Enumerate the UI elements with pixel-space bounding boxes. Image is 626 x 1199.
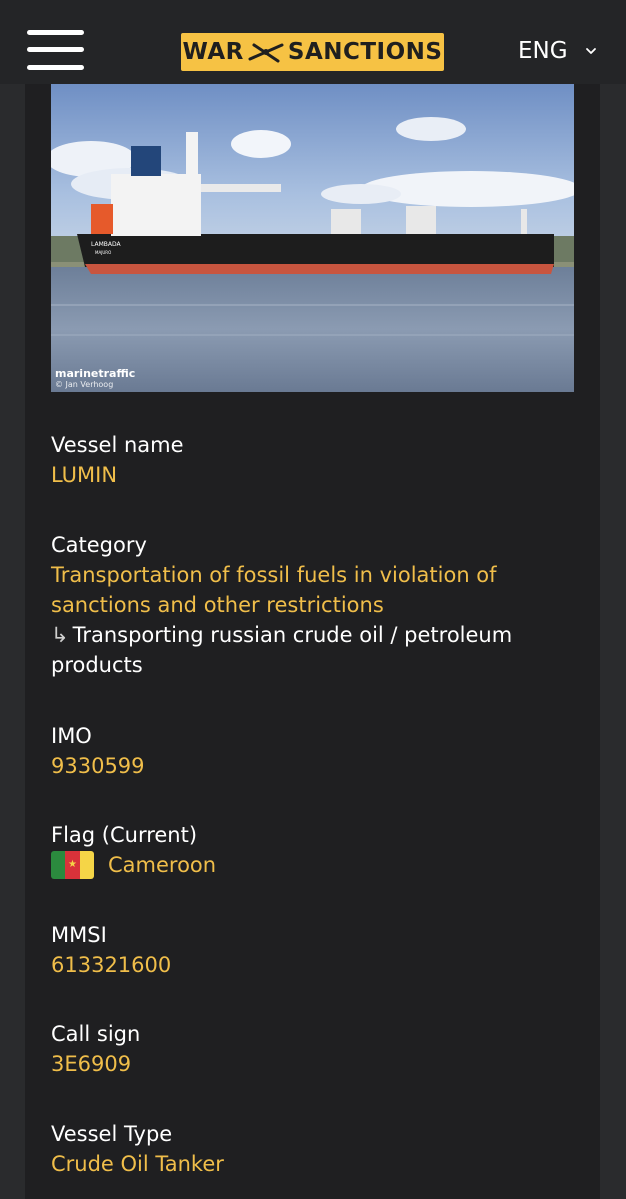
subcategory-value: Transporting russian crude oil / petrole… [51, 623, 513, 677]
vessel-type-label: Vessel Type [51, 1122, 173, 1146]
call-sign-value: 3E6909 [51, 1052, 132, 1076]
flag-value: Cameroon [108, 853, 217, 877]
hull-port-text: MAJURO [95, 250, 111, 255]
field-flag: Flag (Current) ★ Cameroon [51, 820, 571, 880]
mmsi-value: 613321600 [51, 953, 172, 977]
page: WAR SANCTIONS ENG LAMBADA MAJURO marinet… [0, 0, 626, 1199]
logo-text-war: WAR [182, 39, 244, 65]
subcategory: ↳ Transporting russian crude oil / petrol… [51, 620, 571, 680]
cameroon-flag-icon: ★ [51, 851, 94, 879]
vessel-card: LAMBADA MAJURO marinetraffic © Jan Verho… [25, 84, 600, 1199]
language-selector[interactable]: ENG [518, 36, 598, 66]
imo-value: 9330599 [51, 754, 145, 778]
logo-text-sanctions: SANCTIONS [287, 39, 443, 65]
category-label: Category [51, 533, 147, 557]
vessel-photo: LAMBADA MAJURO marinetraffic © Jan Verho… [51, 84, 574, 392]
field-vessel-type: Vessel Type Crude Oil Tanker [51, 1119, 571, 1179]
mmsi-label: MMSI [51, 923, 107, 947]
menu-icon[interactable] [27, 30, 84, 72]
hull-name-text: LAMBADA [91, 241, 121, 248]
imo-label: IMO [51, 724, 92, 748]
vessel-type-value: Crude Oil Tanker [51, 1152, 224, 1176]
top-bar: WAR SANCTIONS ENG [0, 0, 626, 84]
field-vessel-name: Vessel name LUMIN [51, 430, 571, 490]
logo[interactable]: WAR SANCTIONS [181, 33, 444, 71]
chevron-down-icon [585, 48, 596, 54]
vessel-name-value: LUMIN [51, 463, 118, 487]
flag-label: Flag (Current) [51, 823, 198, 847]
field-mmsi: MMSI 613321600 [51, 920, 571, 980]
flag-row: ★ Cameroon [51, 850, 571, 880]
category-link[interactable]: Transportation of fossil fuels in violat… [51, 560, 571, 620]
field-imo: IMO 9330599 [51, 721, 571, 781]
photo-credit: marinetraffic © Jan Verhoog [55, 368, 135, 390]
call-sign-label: Call sign [51, 1022, 141, 1046]
language-label: ENG [518, 38, 568, 64]
field-category: Category Transportation of fossil fuels … [51, 530, 571, 680]
sub-arrow-icon: ↳ [51, 623, 69, 647]
drone-icon [248, 43, 284, 63]
photo-credit-brand: marinetraffic [55, 367, 136, 380]
field-call-sign: Call sign 3E6909 [51, 1019, 571, 1079]
photo-credit-author: © Jan Verhoog [55, 380, 114, 389]
vessel-name-label: Vessel name [51, 433, 184, 457]
